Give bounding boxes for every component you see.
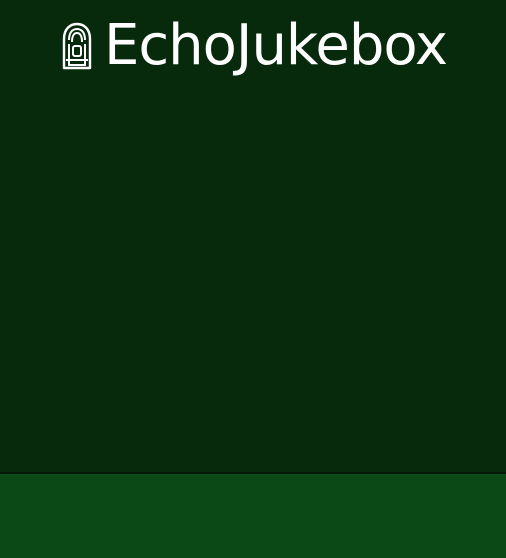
app-window: EchoJukebox [0, 0, 506, 558]
brand-logo: EchoJukebox [60, 13, 448, 78]
main-panel: EchoJukebox [0, 0, 506, 472]
bottom-bar [0, 474, 506, 558]
jukebox-icon [60, 22, 94, 70]
app-title: EchoJukebox [104, 13, 448, 78]
